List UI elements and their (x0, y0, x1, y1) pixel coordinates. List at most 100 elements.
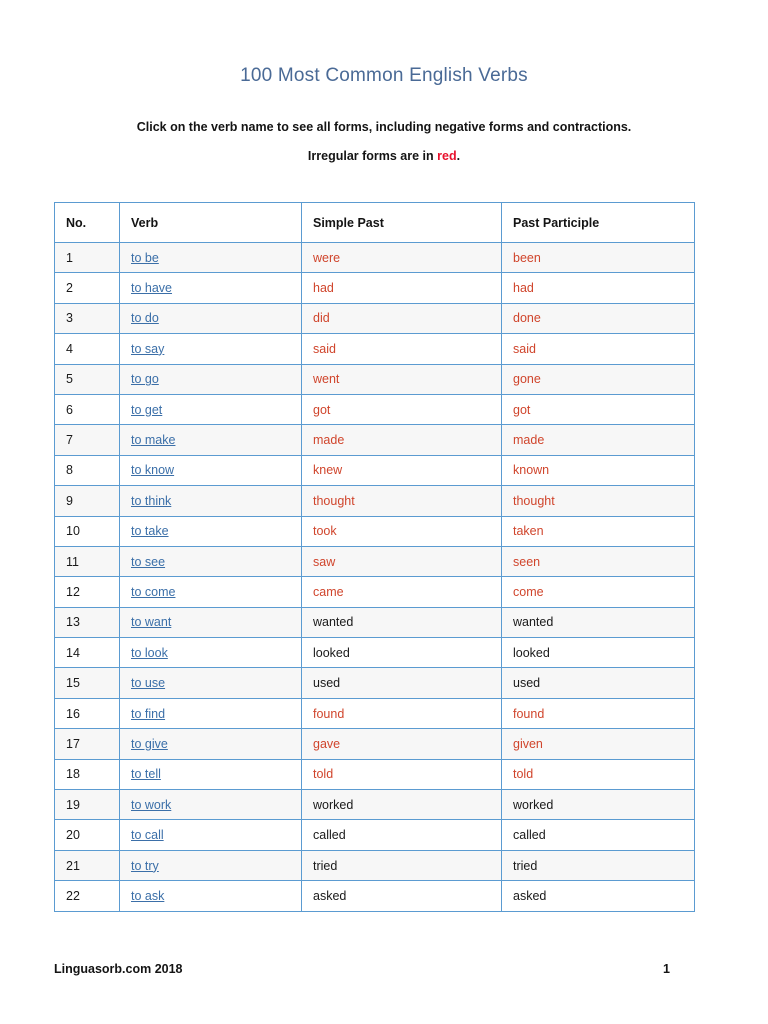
intro-legend-prefix: Irregular forms are in (307, 149, 438, 163)
cell-verb[interactable]: to tell (119, 758, 302, 791)
row-index: 18 (66, 767, 80, 782)
column-header-no: No. (54, 202, 120, 243)
verb-link[interactable]: to find (131, 707, 165, 721)
cell-past-participle: tried (501, 849, 695, 882)
verb-link[interactable]: to go (131, 372, 159, 386)
verb-link[interactable]: to have (131, 281, 172, 295)
past-participle-form: worked (513, 797, 554, 812)
cell-verb[interactable]: to give (119, 728, 302, 760)
verb-link[interactable]: to do (131, 311, 159, 325)
column-header-verb: Verb (119, 202, 302, 243)
cell-verb[interactable]: to come (119, 576, 302, 608)
row-index: 5 (66, 372, 73, 387)
cell-past-participle: done (501, 302, 695, 335)
past-participle-form: tried (513, 858, 538, 873)
verb-link[interactable]: to take (131, 524, 169, 538)
cell-past-participle: said (501, 333, 695, 365)
cell-simple-past: used (301, 667, 502, 699)
cell-verb[interactable]: to think (119, 485, 302, 517)
cell-simple-past: asked (301, 880, 502, 912)
cell-verb[interactable]: to work (119, 789, 302, 821)
verb-link[interactable]: to think (131, 494, 171, 508)
verb-link[interactable]: to say (131, 342, 164, 356)
past-participle-form: seen (513, 554, 541, 569)
table-row: 2 to have had had (54, 272, 695, 304)
cell-number: 20 (54, 819, 120, 851)
cell-simple-past: gave (301, 728, 502, 760)
verb-link[interactable]: to tell (131, 767, 161, 781)
cell-number: 12 (54, 576, 120, 608)
row-index: 21 (66, 858, 80, 873)
cell-verb[interactable]: to see (119, 545, 302, 578)
past-participle-form: done (513, 311, 541, 326)
past-participle-form: said (513, 341, 536, 356)
cell-past-participle: gone (501, 363, 695, 395)
row-index: 14 (66, 645, 80, 660)
verb-link[interactable]: to call (131, 828, 164, 842)
cell-number: 21 (54, 849, 120, 882)
footer-page-number: 1 (663, 962, 670, 976)
cell-verb[interactable]: to ask (119, 880, 302, 912)
past-participle-form: taken (513, 524, 544, 539)
cell-past-participle: got (501, 393, 695, 426)
verb-link[interactable]: to want (131, 615, 171, 629)
cell-verb[interactable]: to do (119, 302, 302, 335)
cell-past-participle: found (501, 697, 695, 730)
cell-verb[interactable]: to have (119, 272, 302, 304)
cell-past-participle: been (501, 241, 695, 274)
past-participle-form: known (513, 463, 550, 478)
verb-link[interactable]: to see (131, 555, 165, 569)
verb-link[interactable]: to use (131, 676, 165, 690)
cell-verb[interactable]: to know (119, 454, 302, 487)
past-participle-form: gone (513, 372, 541, 387)
verb-link[interactable]: to give (131, 737, 168, 751)
cell-past-participle: known (501, 454, 695, 487)
cell-verb[interactable]: to be (119, 241, 302, 274)
cell-past-participle: had (501, 272, 695, 304)
verb-link[interactable]: to ask (131, 889, 164, 903)
verb-link[interactable]: to get (131, 403, 162, 417)
cell-past-participle: taken (501, 515, 695, 547)
cell-verb[interactable]: to want (119, 606, 302, 639)
verb-link[interactable]: to be (131, 251, 159, 265)
simple-past-form: said (313, 341, 336, 356)
cell-verb[interactable]: to find (119, 697, 302, 730)
cell-verb[interactable]: to call (119, 819, 302, 851)
verb-link[interactable]: to know (131, 463, 174, 477)
cell-number: 6 (54, 393, 120, 426)
cell-past-participle: thought (501, 485, 695, 517)
table-row: 20 to call called called (54, 819, 695, 851)
cell-number: 16 (54, 697, 120, 730)
table-row: 12 to come came come (54, 576, 695, 608)
cell-verb[interactable]: to take (119, 515, 302, 547)
row-index: 6 (66, 402, 73, 417)
verb-link[interactable]: to make (131, 433, 175, 447)
table-row: 14 to look looked looked (54, 637, 695, 669)
cell-verb[interactable]: to use (119, 667, 302, 699)
simple-past-form: went (313, 372, 340, 387)
column-header-simple-past: Simple Past (301, 202, 502, 243)
table-row: 18 to tell told told (54, 758, 695, 791)
verb-link[interactable]: to look (131, 646, 168, 660)
cell-simple-past: knew (301, 454, 502, 487)
verb-link[interactable]: to work (131, 798, 171, 812)
cell-verb[interactable]: to make (119, 424, 302, 456)
table-row: 11 to see saw seen (54, 545, 695, 578)
page-title: 100 Most Common English Verbs (240, 65, 528, 86)
cell-number: 22 (54, 880, 120, 912)
cell-simple-past: found (301, 697, 502, 730)
cell-verb[interactable]: to look (119, 637, 302, 669)
past-participle-form: had (513, 281, 534, 296)
cell-verb[interactable]: to say (119, 333, 302, 365)
simple-past-form: came (313, 584, 344, 599)
table-row: 9 to think thought thought (54, 485, 695, 517)
row-index: 11 (66, 554, 79, 569)
cell-verb[interactable]: to try (119, 849, 302, 882)
past-participle-form: looked (513, 645, 550, 660)
cell-number: 1 (54, 241, 120, 274)
verb-link[interactable]: to try (131, 859, 159, 873)
verb-link[interactable]: to come (131, 585, 175, 599)
cell-verb[interactable]: to go (119, 363, 302, 395)
cell-simple-past: told (301, 758, 502, 791)
cell-verb[interactable]: to get (119, 393, 302, 426)
